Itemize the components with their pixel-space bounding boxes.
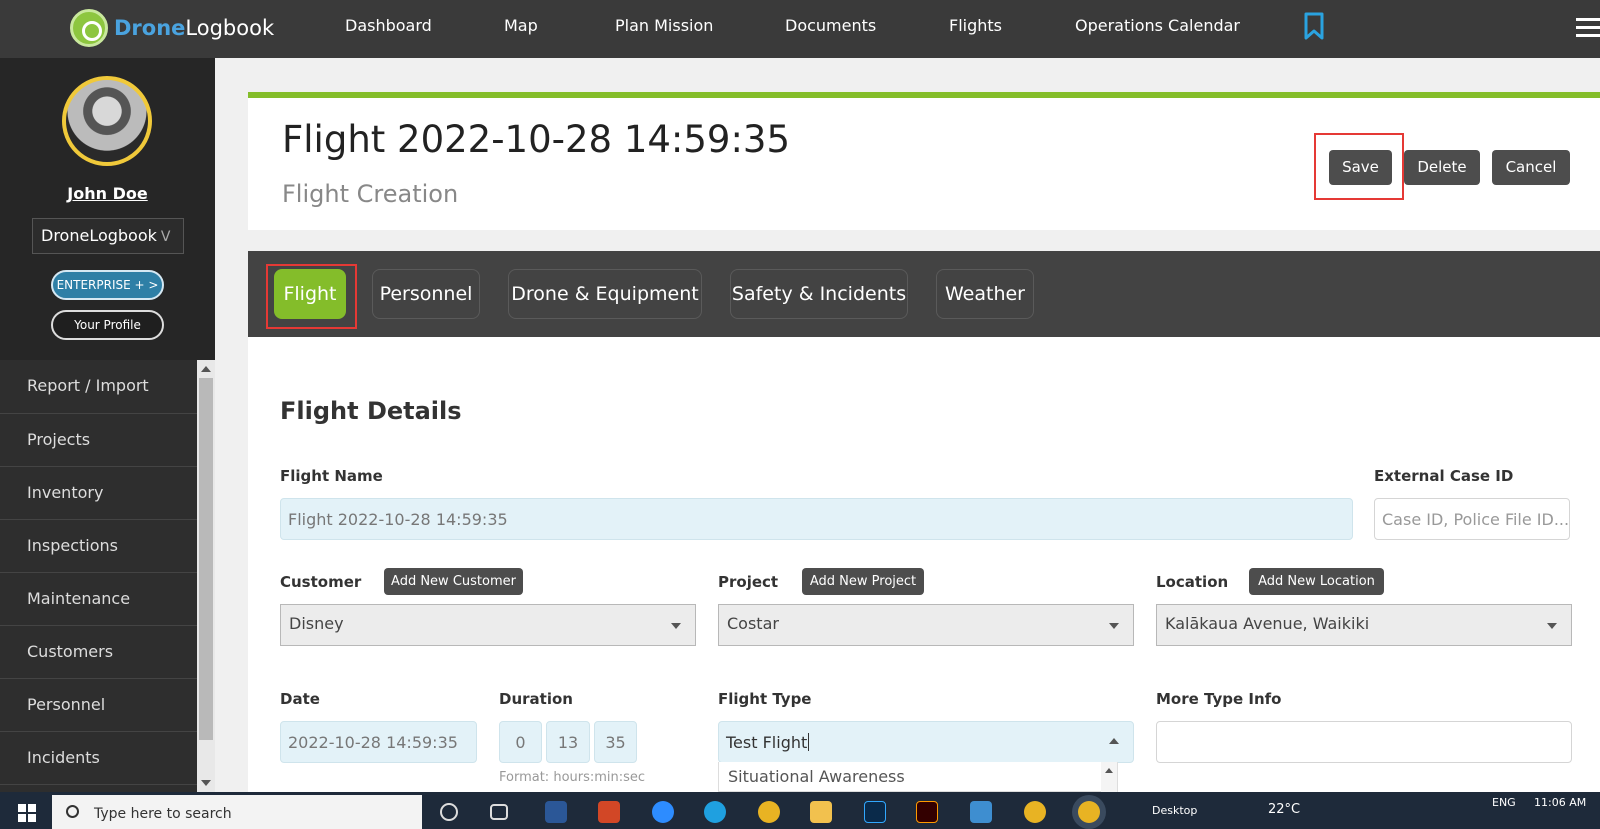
sidebar-scrollbar[interactable] <box>197 360 215 792</box>
add-new-project-button[interactable]: Add New Project <box>802 568 924 595</box>
nav-map[interactable]: Map <box>504 16 538 35</box>
sidebar-item-inspections[interactable]: Inspections <box>0 520 197 573</box>
zoom-icon[interactable] <box>652 801 674 823</box>
external-case-id-label: External Case ID <box>1374 467 1514 485</box>
logo[interactable]: DroneLogbook <box>70 8 274 48</box>
cortana-icon[interactable] <box>440 803 458 821</box>
tab-weather[interactable]: Weather <box>936 269 1034 319</box>
page-subtitle: Flight Creation <box>282 180 459 208</box>
duration-minutes-input[interactable]: 13 <box>546 721 590 763</box>
word-icon[interactable] <box>545 801 567 823</box>
sidebar-profile-panel: John Doe DroneLogbook V ENTERPRISE + > Yo… <box>0 58 215 360</box>
organization-select[interactable]: DroneLogbook V <box>32 218 184 254</box>
windows-taskbar: Type here to search Desktop 22°C ENG 11:… <box>0 792 1600 829</box>
sidebar-item-personnel[interactable]: Personnel <box>0 679 197 732</box>
illustrator-icon[interactable] <box>916 801 938 823</box>
nav-dashboard[interactable]: Dashboard <box>345 16 432 35</box>
photos-icon[interactable] <box>970 801 992 823</box>
flight-type-dropdown: Situational Awareness <box>718 762 1118 792</box>
caret-down-icon <box>1109 623 1119 629</box>
sidebar-item-maintenance[interactable]: Maintenance <box>0 573 197 626</box>
chrome-active-icon[interactable] <box>1078 801 1100 823</box>
date-input[interactable]: 2022-10-28 14:59:35 <box>280 721 477 763</box>
tabs-bar: Flight Personnel Drone & Equipment Safet… <box>248 251 1600 337</box>
your-profile-button[interactable]: Your Profile <box>51 310 164 340</box>
nav-documents[interactable]: Documents <box>785 16 876 35</box>
duration-format-hint: Format: hours:min:sec <box>499 770 646 785</box>
sidebar-item-incidents[interactable]: Incidents <box>0 732 197 785</box>
location-select[interactable]: Kalākaua Avenue, Waikiki <box>1156 604 1572 646</box>
taskbar-search-input[interactable]: Type here to search <box>52 795 422 829</box>
flight-type-option[interactable]: Situational Awareness <box>728 767 905 786</box>
logo-text: DroneLogbook <box>114 16 275 40</box>
caret-down-icon <box>671 623 681 629</box>
section-title: Flight Details <box>280 397 462 425</box>
tab-safety-incidents[interactable]: Safety & Incidents <box>730 269 908 319</box>
sidebar-item-inventory[interactable]: Inventory <box>0 467 197 520</box>
clock[interactable]: 11:06 AM <box>1534 796 1586 809</box>
dropdown-scrollbar[interactable] <box>1101 762 1117 792</box>
scroll-down-icon[interactable] <box>201 780 211 786</box>
search-icon <box>66 805 79 818</box>
flight-name-label: Flight Name <box>280 467 383 485</box>
add-new-location-button[interactable]: Add New Location <box>1249 568 1384 595</box>
sidebar-item-projects[interactable]: Projects <box>0 414 197 467</box>
customer-select[interactable]: Disney <box>280 604 696 646</box>
duration-hours-input[interactable]: 0 <box>499 721 542 763</box>
add-new-customer-button[interactable]: Add New Customer <box>384 568 523 595</box>
duration-label: Duration <box>499 690 573 708</box>
temperature-readout[interactable]: 22°C <box>1268 802 1300 817</box>
external-case-id-input[interactable]: Case ID, Police File ID... <box>1374 498 1570 540</box>
project-select[interactable]: Costar <box>718 604 1134 646</box>
more-type-info-label: More Type Info <box>1156 690 1282 708</box>
nav-flights[interactable]: Flights <box>949 16 1002 35</box>
chrome-profile-icon[interactable] <box>1024 801 1046 823</box>
drone-logo-icon <box>70 9 108 47</box>
scroll-up-icon[interactable] <box>201 366 211 372</box>
avatar[interactable] <box>62 76 152 166</box>
project-label: Project <box>718 573 779 591</box>
enterprise-upgrade-button[interactable]: ENTERPRISE + > <box>51 270 164 300</box>
sidebar-item-report-import[interactable]: Report / Import <box>0 360 197 414</box>
nav-operations-calendar[interactable]: Operations Calendar <box>1075 16 1240 35</box>
caret-down-icon <box>1547 623 1557 629</box>
tab-drone-equipment[interactable]: Drone & Equipment <box>508 269 702 319</box>
powerpoint-icon[interactable] <box>598 801 620 823</box>
more-type-info-input[interactable] <box>1156 721 1572 763</box>
chevron-down-icon: V <box>160 229 171 245</box>
page-title: Flight 2022-10-28 14:59:35 <box>282 118 791 161</box>
flight-tab-highlight-box <box>266 264 357 329</box>
hamburger-menu-icon[interactable] <box>1576 18 1600 38</box>
language-indicator[interactable]: ENG <box>1492 796 1516 809</box>
bookmark-icon[interactable] <box>1303 12 1325 40</box>
sidebar-menu: Report / Import Projects Inventory Inspe… <box>0 360 197 792</box>
delete-button[interactable]: Delete <box>1404 150 1480 185</box>
edge-icon[interactable] <box>704 801 726 823</box>
nav-plan-mission[interactable]: Plan Mission <box>615 16 713 35</box>
date-label: Date <box>280 690 320 708</box>
flight-type-input[interactable]: Test Flight <box>718 721 1134 763</box>
cancel-button[interactable]: Cancel <box>1492 150 1570 185</box>
file-explorer-icon[interactable] <box>810 801 832 823</box>
duration-seconds-input[interactable]: 35 <box>594 721 637 763</box>
scrollbar-thumb[interactable] <box>199 378 213 740</box>
windows-start-icon[interactable] <box>18 804 36 822</box>
flight-name-input[interactable]: Flight 2022-10-28 14:59:35 <box>280 498 1353 540</box>
flight-type-label: Flight Type <box>718 690 812 708</box>
top-navbar: DroneLogbook Dashboard Map Plan Mission … <box>0 0 1600 58</box>
sidebar-item-customers[interactable]: Customers <box>0 626 197 679</box>
save-highlight-box <box>1314 133 1404 200</box>
tab-personnel[interactable]: Personnel <box>372 269 480 319</box>
desktop-toolbar-label[interactable]: Desktop <box>1152 804 1197 817</box>
task-view-icon[interactable] <box>490 804 508 820</box>
chrome-icon[interactable] <box>758 801 780 823</box>
location-label: Location <box>1156 573 1229 591</box>
photoshop-icon[interactable] <box>864 801 886 823</box>
user-name-link[interactable]: John Doe <box>0 184 215 203</box>
customer-label: Customer <box>280 573 362 591</box>
caret-up-icon <box>1109 738 1119 744</box>
